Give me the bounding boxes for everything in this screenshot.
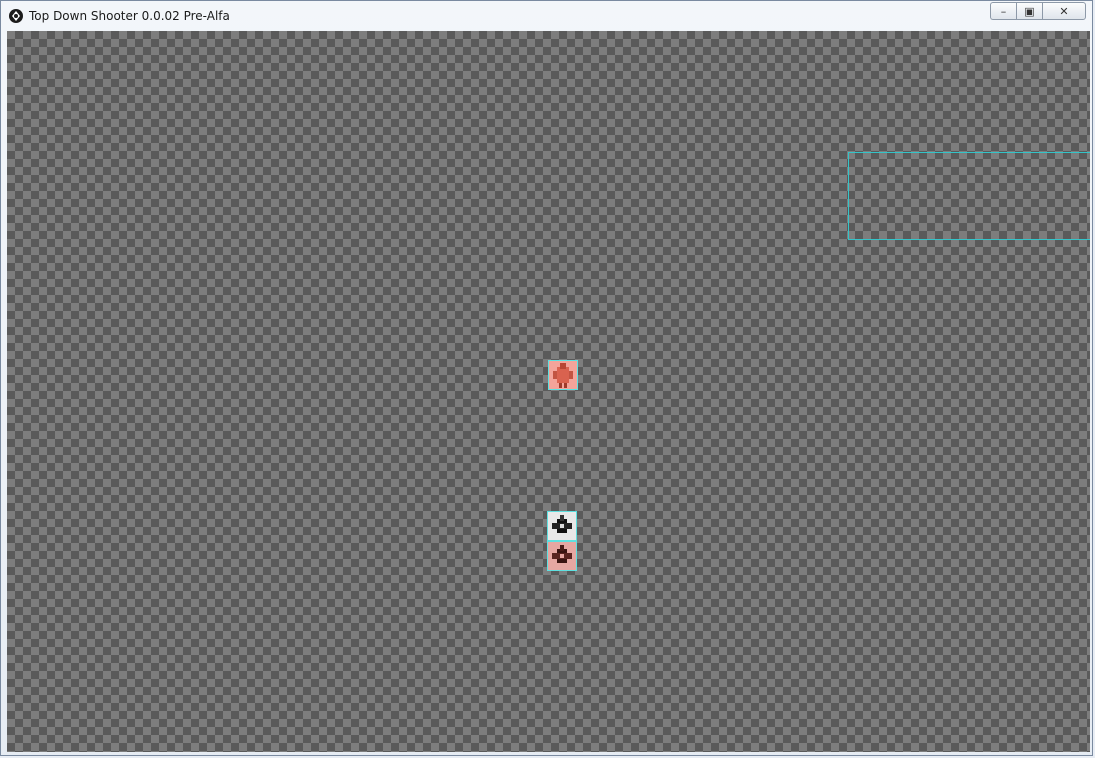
game-window: Top Down Shooter 0.0.02 Pre-Alfa – ▣ ✕ [0, 0, 1093, 756]
close-icon: ✕ [1059, 4, 1069, 18]
minimize-icon: – [1000, 4, 1007, 18]
maximize-button[interactable]: ▣ [1016, 2, 1042, 20]
selection-box [848, 152, 1090, 240]
app-logo-icon [8, 8, 24, 24]
game-canvas[interactable] [7, 31, 1090, 752]
maximize-icon: ▣ [1024, 4, 1035, 18]
window-title: Top Down Shooter 0.0.02 Pre-Alfa [29, 9, 230, 23]
enemy-sprite[interactable] [547, 541, 577, 571]
close-button[interactable]: ✕ [1042, 2, 1086, 20]
minimize-button[interactable]: – [990, 2, 1016, 20]
player-sprite[interactable] [548, 360, 578, 390]
window-controls: – ▣ ✕ [990, 2, 1086, 22]
title-bar[interactable]: Top Down Shooter 0.0.02 Pre-Alfa – ▣ ✕ [1, 1, 1092, 31]
enemy-sprite[interactable] [547, 511, 577, 541]
